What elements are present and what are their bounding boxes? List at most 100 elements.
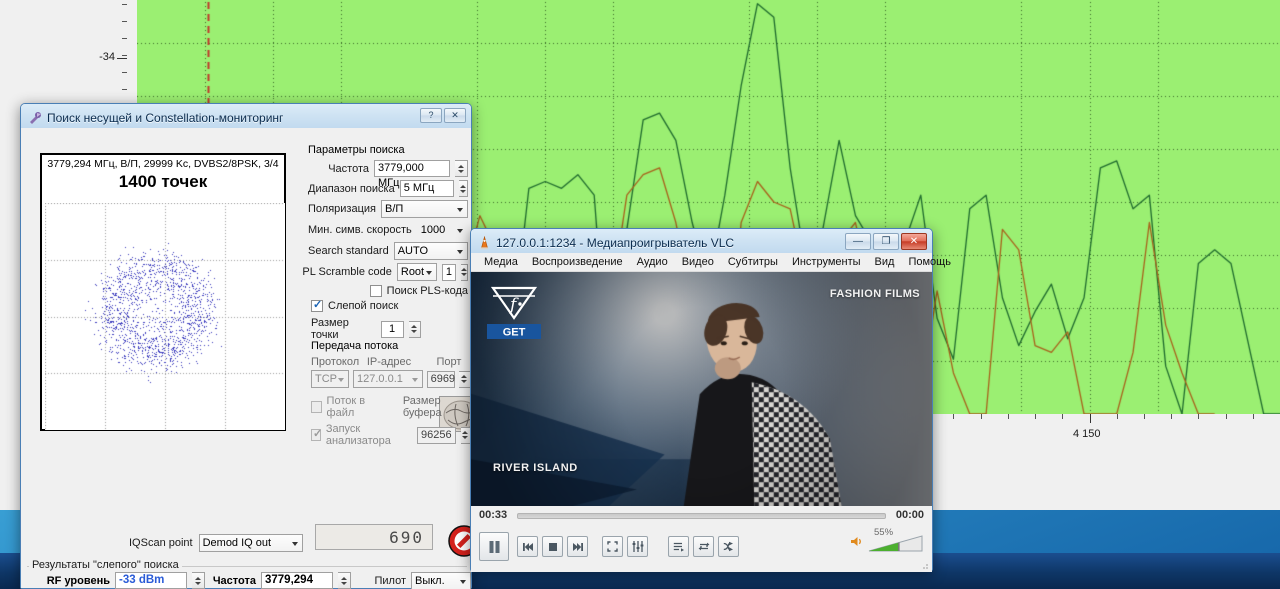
- results-left-column: RF уровень -33 dBm Сигнал/Шум 10,8 dB BE…: [35, 572, 205, 589]
- random-button[interactable]: [718, 536, 739, 557]
- volume-control[interactable]: 55%: [850, 527, 924, 552]
- stop-button[interactable]: [542, 536, 563, 557]
- vlc-menu-1[interactable]: Воспроизведение: [525, 254, 630, 270]
- iqscan-point-row[interactable]: IQScan point Demod IQ out: [129, 534, 303, 552]
- pls-search-label: Поиск PLS-кода: [386, 285, 468, 297]
- result-rf-level-spinner[interactable]: [192, 572, 205, 589]
- result-rf-level-value[interactable]: -33 dBm: [115, 572, 187, 589]
- constellation-canvas[interactable]: [45, 203, 285, 430]
- field-search-range-spinner[interactable]: [458, 180, 468, 197]
- dot-size-input[interactable]: 1: [380, 320, 404, 338]
- field-frequency-label: Частота: [328, 162, 369, 175]
- field-frequency-input[interactable]: 3779,000 МГц: [374, 160, 450, 189]
- vlc-window[interactable]: 127.0.0.1:1234 - Медиапроигрыватель VLC …: [470, 228, 951, 572]
- stream-to-file-checkbox[interactable]: [311, 401, 322, 413]
- ip-address-combo[interactable]: 127.0.0.1: [353, 370, 423, 388]
- blind-search-checkbox[interactable]: [311, 298, 323, 312]
- vlc-menu-4[interactable]: Субтитры: [721, 254, 785, 270]
- field-pl-scramble-code[interactable]: PL Scramble code Root 1: [302, 263, 468, 281]
- vlc-titlebar[interactable]: 127.0.0.1:1234 - Медиапроигрыватель VLC …: [474, 232, 929, 253]
- vlc-menu-6[interactable]: Вид: [868, 254, 902, 270]
- result-rf-level[interactable]: RF уровень -33 dBm: [35, 572, 205, 589]
- field-pl-scramble-code-label: PL Scramble code: [302, 266, 392, 278]
- x-tick: [1090, 414, 1091, 423]
- vlc-video-area[interactable]: f GET FASHION FILMS RIVER ISLAND: [471, 272, 932, 506]
- field-min-symbol-rate-label: Мин. симв. скорость: [308, 224, 412, 236]
- extended-settings-button[interactable]: [627, 536, 648, 557]
- dot-size-spinner[interactable]: [408, 320, 421, 338]
- dot-size-row[interactable]: Размер точки 1: [311, 317, 421, 341]
- port-input[interactable]: 6969: [426, 370, 455, 388]
- y-tick-label: -34: [99, 51, 115, 63]
- field-min-symbol-rate-combo[interactable]: 1000: [416, 221, 468, 239]
- field-min-symbol-rate[interactable]: Мин. симв. скорость 1000: [308, 221, 468, 239]
- maximize-button[interactable]: ❐: [873, 233, 899, 250]
- volume-slider[interactable]: 55%: [868, 527, 924, 552]
- result-frequency-value[interactable]: 3779,294 МГц: [261, 572, 333, 589]
- constellation-diagram[interactable]: 3779,294 МГц, В/П, 29999 Kc, DVBS2/8PSK,…: [40, 153, 286, 431]
- field-search-standard-combo[interactable]: AUTO: [393, 242, 468, 260]
- start-analyzer-row[interactable]: Запуск анализатора 96256: [311, 423, 472, 447]
- result-pilot[interactable]: Пилот Выкл.: [351, 572, 471, 589]
- loop-button[interactable]: [693, 536, 714, 557]
- vlc-menu-0[interactable]: Медиа: [477, 254, 525, 270]
- stream-to-file-row[interactable]: Поток в файл Размер буфера: [311, 395, 471, 419]
- x-tick-minor: [1198, 414, 1199, 419]
- y-tick-minor: [122, 72, 127, 73]
- playlist-button[interactable]: [668, 536, 689, 557]
- constellation-plot-area[interactable]: [45, 203, 285, 430]
- field-frequency[interactable]: Частота 3779,000 МГц: [308, 160, 468, 189]
- vlc-menubar[interactable]: Медиа Воспроизведение Аудио Видео Субтитры Ин…: [471, 253, 951, 272]
- next-button[interactable]: [567, 536, 588, 557]
- start-analyzer-checkbox[interactable]: [311, 427, 322, 441]
- result-frequency[interactable]: Частота 3779,294 МГц: [211, 572, 351, 589]
- field-polarization[interactable]: Поляризация В/П: [308, 200, 468, 218]
- previous-button[interactable]: [517, 536, 538, 557]
- resize-grip[interactable]: [919, 560, 929, 570]
- vlc-menu-3[interactable]: Видео: [675, 254, 721, 270]
- field-polarization-combo[interactable]: В/П: [380, 200, 468, 218]
- field-search-range-input[interactable]: 5 МГц: [399, 180, 454, 197]
- result-rf-level-label: RF уровень: [46, 574, 110, 587]
- result-pilot-combo[interactable]: Выкл.: [411, 572, 471, 589]
- seek-slider[interactable]: [517, 513, 886, 519]
- field-search-standard[interactable]: Search standard AUTO: [308, 242, 468, 260]
- x-tick-minor: [1062, 414, 1063, 419]
- carrier-search-window[interactable]: Поиск несущей и Constellation-мониторинг…: [20, 103, 481, 589]
- pls-search-checkbox[interactable]: [369, 285, 382, 297]
- iqscan-point-combo[interactable]: Demod IQ out: [198, 534, 303, 552]
- field-frequency-spinner[interactable]: [455, 160, 468, 177]
- vlc-menu-7[interactable]: Помощь: [901, 254, 958, 270]
- stream-transfer-title: Передача потока: [311, 340, 399, 352]
- blind-search-row[interactable]: Слепой поиск: [311, 298, 421, 312]
- fullscreen-button[interactable]: [602, 536, 623, 557]
- field-pl-scramble-value-input[interactable]: 1: [441, 263, 456, 281]
- field-pl-scramble-spinner[interactable]: [461, 263, 468, 281]
- pls-search-checkbox-row[interactable]: Поиск PLS-кода: [308, 285, 468, 297]
- help-button[interactable]: ?: [420, 108, 442, 123]
- speaker-icon[interactable]: [850, 535, 864, 551]
- x-tick-minor: [1035, 414, 1036, 419]
- river-island-caption: RIVER ISLAND: [493, 462, 578, 474]
- total-time: 00:00: [895, 509, 924, 521]
- vlc-menu-2[interactable]: Аудио: [630, 254, 675, 270]
- vlc-menu-5[interactable]: Инструменты: [785, 254, 868, 270]
- port-column-label: Порт: [436, 356, 462, 368]
- y-tick-minor: [122, 21, 127, 22]
- buffer-size-input[interactable]: 96256: [417, 426, 456, 444]
- stream-transfer-inputs[interactable]: TCP 127.0.0.1 6969: [311, 370, 471, 388]
- x-tick-minor: [1226, 414, 1227, 419]
- close-button[interactable]: ✕: [444, 108, 466, 123]
- blind-search-group: Слепой поиск Размер точки 1: [311, 298, 421, 341]
- carrier-titlebar[interactable]: Поиск несущей и Constellation-мониторинг…: [24, 107, 468, 128]
- play-pause-button[interactable]: [479, 532, 509, 561]
- result-frequency-spinner[interactable]: [338, 572, 351, 589]
- nav-buttons: [517, 536, 588, 557]
- minimize-button[interactable]: —: [845, 233, 871, 250]
- protocol-combo[interactable]: TCP: [311, 370, 349, 388]
- counter-display: 690: [315, 524, 433, 550]
- field-pl-scramble-type-combo[interactable]: Root: [396, 263, 437, 281]
- field-search-range[interactable]: Диапазон поиска 5 МГц: [308, 180, 468, 197]
- close-button[interactable]: ✕: [901, 233, 927, 250]
- stream-transfer-group: Передача потока Протокол IP-адрес Порт T…: [311, 340, 472, 447]
